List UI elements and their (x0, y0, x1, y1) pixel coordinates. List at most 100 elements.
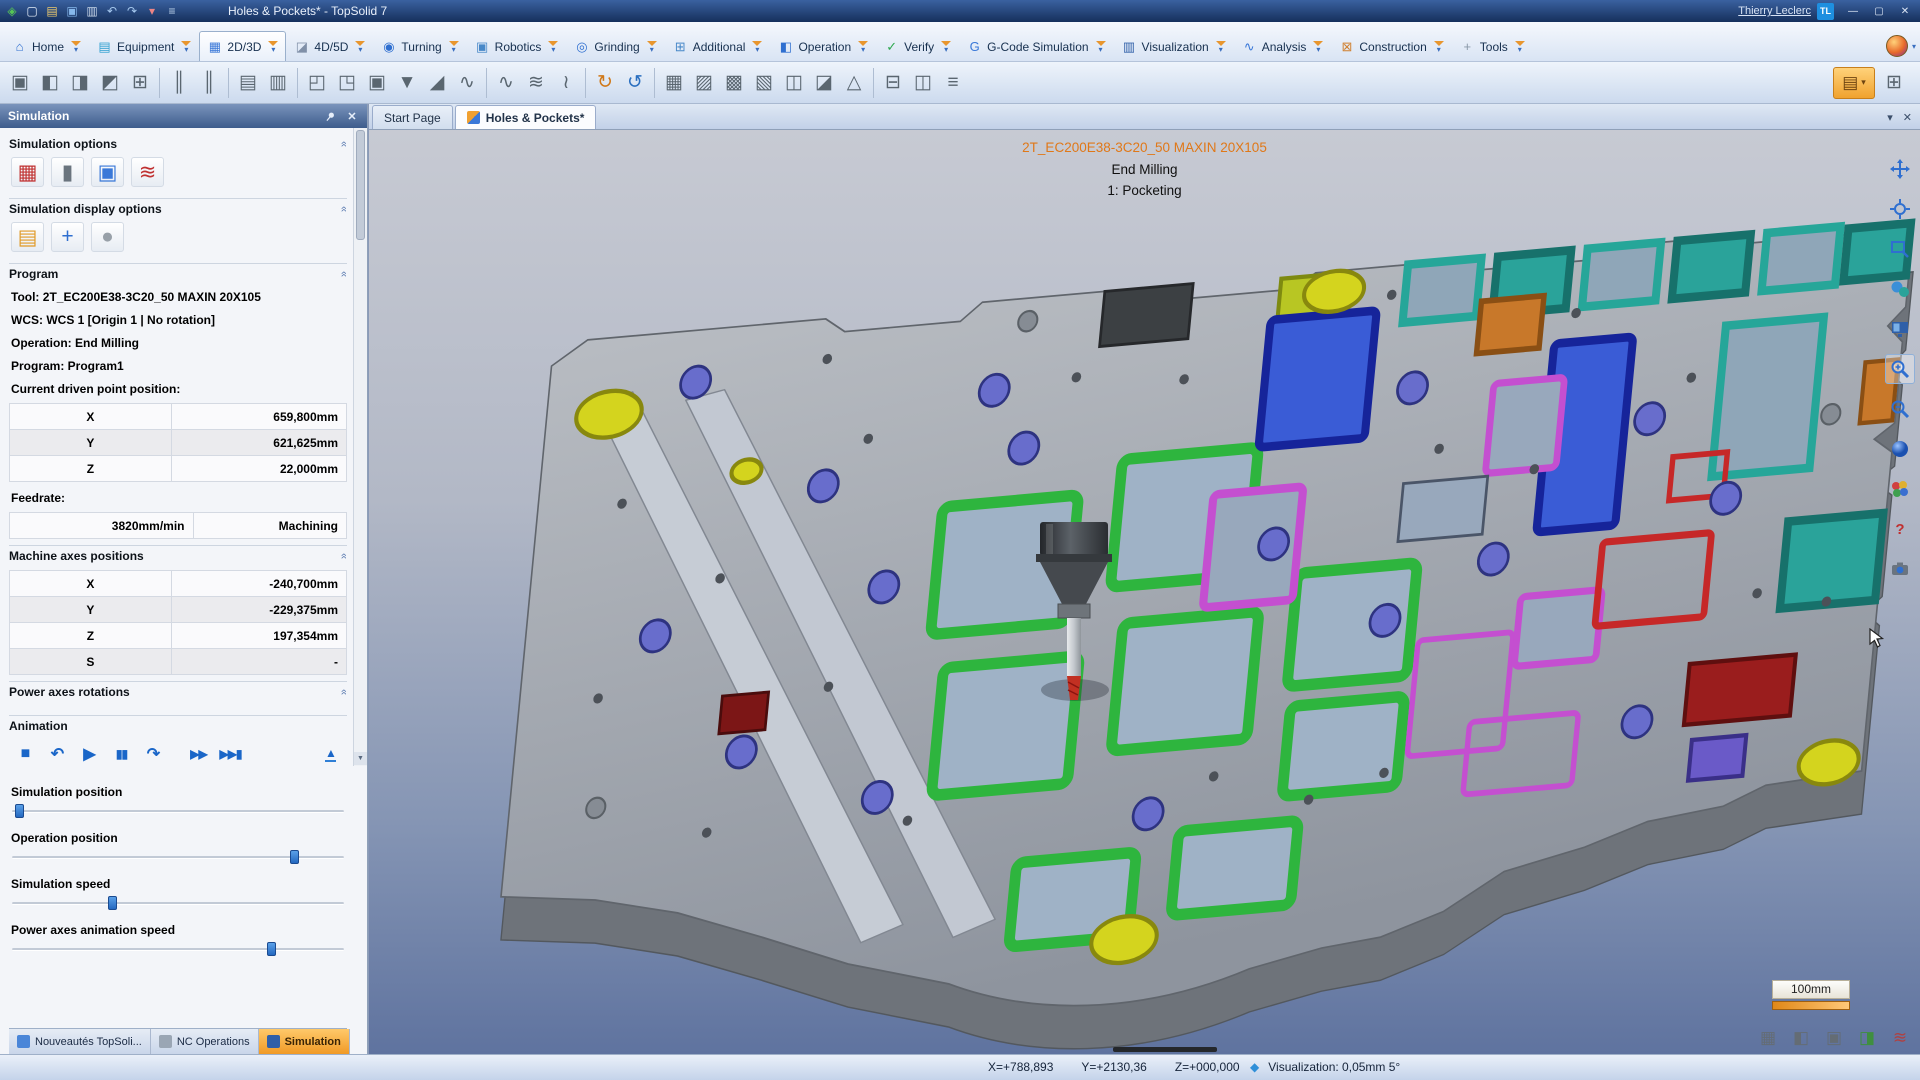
shop-documents-icon[interactable]: ▤ ▾ (1833, 66, 1875, 99)
tool-axis-icon[interactable]: ║ (194, 67, 224, 99)
pin-toolbar-icon[interactable]: ⊞ (1879, 67, 1909, 99)
rendering-icon[interactable] (1885, 35, 1908, 57)
ribbon-tab-g-code-simulation[interactable]: G G-Code Simulation ▾ (959, 31, 1113, 61)
power-axes-animation-speed-slider[interactable] (12, 942, 344, 956)
ribbon-tab-dropdown[interactable]: ▾ (71, 40, 82, 53)
section-program[interactable]: Program » (9, 263, 350, 281)
shaded-view-display-icon[interactable]: ● (91, 222, 124, 252)
machine-toggle-icon[interactable]: ▦ (1756, 1027, 1780, 1049)
scroll-down-icon[interactable]: ▼ (354, 752, 367, 765)
splitter-handle[interactable] (1113, 1047, 1218, 1052)
tab-list-dropdown-icon[interactable]: ▾ (1887, 111, 1893, 124)
rewind-button[interactable]: ↶ (43, 740, 72, 768)
collapse-icon[interactable]: » (338, 206, 350, 212)
topsolid-logo-icon[interactable]: ◈ (2, 2, 22, 20)
ribbon-tab-verify[interactable]: ✓ Verify ▾ (876, 31, 959, 61)
collapse-icon[interactable]: » (338, 689, 350, 695)
pin-icon[interactable] (323, 109, 337, 123)
ribbon-tab-home[interactable]: ⌂ Home ▾ (4, 31, 89, 61)
operation-position-slider[interactable] (12, 850, 344, 864)
doc-tab-start-page[interactable]: Start Page (372, 105, 453, 129)
section-machine-axes[interactable]: Machine axes positions » (9, 545, 350, 563)
zoom-window-icon[interactable] (1885, 234, 1915, 264)
maximize-button[interactable]: ▢ (1866, 2, 1892, 20)
fixture-toggle-icon[interactable]: ◨ (1855, 1027, 1879, 1049)
scrollbar-thumb[interactable] (356, 130, 365, 240)
undo-icon[interactable]: ↶ (102, 2, 122, 20)
visualization-setting[interactable]: ◆ Visualization: 0,05mm 5° (1250, 1060, 1400, 1074)
ribbon-tab-operation[interactable]: ◧ Operation ▾ (770, 31, 876, 61)
pause-button[interactable]: ▮▮ (107, 740, 136, 768)
slider-track[interactable] (12, 810, 344, 813)
material-removal-display-icon[interactable]: ▤ (11, 222, 44, 252)
ribbon-tab-4d-5d[interactable]: ◪ 4D/5D ▾ (286, 31, 373, 61)
zoom-out-icon[interactable] (1885, 394, 1915, 424)
collision-check-icon[interactable]: ◫ (779, 67, 809, 99)
ribbon-tab-additional[interactable]: ⊞ Additional ▾ (665, 31, 771, 61)
drilling-icon[interactable]: ▼ (392, 67, 422, 99)
measure-icon[interactable]: ⊟ (878, 67, 908, 99)
chamfering-icon[interactable]: ◢ (422, 67, 452, 99)
zoom-in-icon[interactable] (1885, 354, 1915, 384)
ribbon-tab-analysis[interactable]: ∿ Analysis ▾ (1234, 31, 1332, 61)
collapse-icon[interactable]: » (338, 271, 350, 277)
tool-library-icon[interactable]: ▥ (263, 67, 293, 99)
verification-icon[interactable]: ▨ (689, 67, 719, 99)
ribbon-tab-dropdown[interactable]: ▾ (1514, 40, 1525, 53)
ribbon-tab-turning[interactable]: ◉ Turning ▾ (373, 31, 466, 61)
close-icon[interactable]: ✕ (345, 109, 359, 123)
eject-button[interactable]: ▲ (316, 740, 345, 768)
material-removal-icon[interactable]: ▧ (749, 67, 779, 99)
print-icon[interactable]: ▥ (82, 2, 102, 20)
ribbon-tab-dropdown[interactable]: ▾ (1313, 40, 1324, 53)
engraving-icon[interactable]: ∿ (452, 67, 482, 99)
section-view-icon[interactable]: ◫ (908, 67, 938, 99)
axes-toggle-icon[interactable]: ≋ (1888, 1027, 1912, 1049)
clamping-icon[interactable]: ◩ (95, 67, 125, 99)
slider-thumb[interactable] (266, 942, 276, 956)
ribbon-tab-dropdown[interactable]: ▾ (1215, 40, 1226, 53)
save-icon[interactable]: ▣ (62, 2, 82, 20)
spindle-axis-icon[interactable]: ║ (164, 67, 194, 99)
section-display-options[interactable]: Simulation display options » (9, 198, 350, 216)
chevron-down-icon[interactable]: ▾ (1912, 42, 1916, 50)
simulation-speed-slider[interactable] (12, 896, 344, 910)
slider-thumb[interactable] (290, 850, 300, 864)
user-avatar[interactable]: TL (1817, 2, 1834, 20)
ribbon-tab-dropdown[interactable]: ▾ (1095, 40, 1106, 53)
ribbon-tab-dropdown[interactable]: ▾ (448, 40, 459, 53)
ribbon-tab-tools[interactable]: + Tools ▾ (1452, 31, 1533, 61)
grooving-icon[interactable]: ≋ (521, 67, 551, 99)
customize-icon[interactable]: ≡ (162, 2, 182, 20)
ribbon-tab-construction[interactable]: ⊠ Construction ▾ (1331, 31, 1451, 61)
part-positioning-icon[interactable]: ◨ (65, 67, 95, 99)
collapse-icon[interactable]: » (338, 553, 350, 559)
operations-manager-icon[interactable]: ▤ (233, 67, 263, 99)
redo-icon[interactable]: ↷ (122, 2, 142, 20)
step-forward-button[interactable]: ↷ (139, 740, 168, 768)
part-toggle-icon[interactable]: ▣ (1822, 1027, 1846, 1049)
ribbon-tab-dropdown[interactable]: ▾ (355, 40, 366, 53)
panel-tab-nouveaut-s-topsoli[interactable]: Nouveautés TopSoli... (9, 1029, 151, 1054)
new-document-icon[interactable]: ▢ (22, 2, 42, 20)
multi-view-icon[interactable] (1885, 314, 1915, 344)
user-name[interactable]: Thierry Leclerc (1738, 5, 1811, 17)
slider-track[interactable] (12, 948, 344, 951)
open-document-icon[interactable]: ▤ (42, 2, 62, 20)
render-palette-icon[interactable] (1885, 474, 1915, 504)
ribbon-tab-dropdown[interactable]: ▾ (646, 40, 657, 53)
3d-viewport[interactable]: 2T_EC200E38-3C20_50 MAXIN 20X105 End Mil… (369, 130, 1920, 1054)
wireframe-icon[interactable]: △ (839, 67, 869, 99)
stock-part-icon[interactable]: ▣ (91, 157, 124, 187)
face-milling-icon[interactable]: ◰ (302, 67, 332, 99)
section-simulation-options[interactable]: Simulation options » (9, 134, 350, 151)
toolpath-edit-icon[interactable]: ◪ (809, 67, 839, 99)
doc-tab-holes-pockets[interactable]: Holes & Pockets* (454, 105, 597, 129)
help-icon[interactable]: ? (1885, 514, 1915, 544)
threading-icon[interactable]: ≀ (551, 67, 581, 99)
section-power-axes[interactable]: Power axes rotations » (9, 681, 350, 699)
machining-setup-icon[interactable]: ▣ (5, 67, 35, 99)
ribbon-tab-equipment[interactable]: ▤ Equipment ▾ (89, 31, 199, 61)
sync-manager-icon[interactable]: ↻ (590, 67, 620, 99)
stock-toggle-icon[interactable]: ◧ (1789, 1027, 1813, 1049)
